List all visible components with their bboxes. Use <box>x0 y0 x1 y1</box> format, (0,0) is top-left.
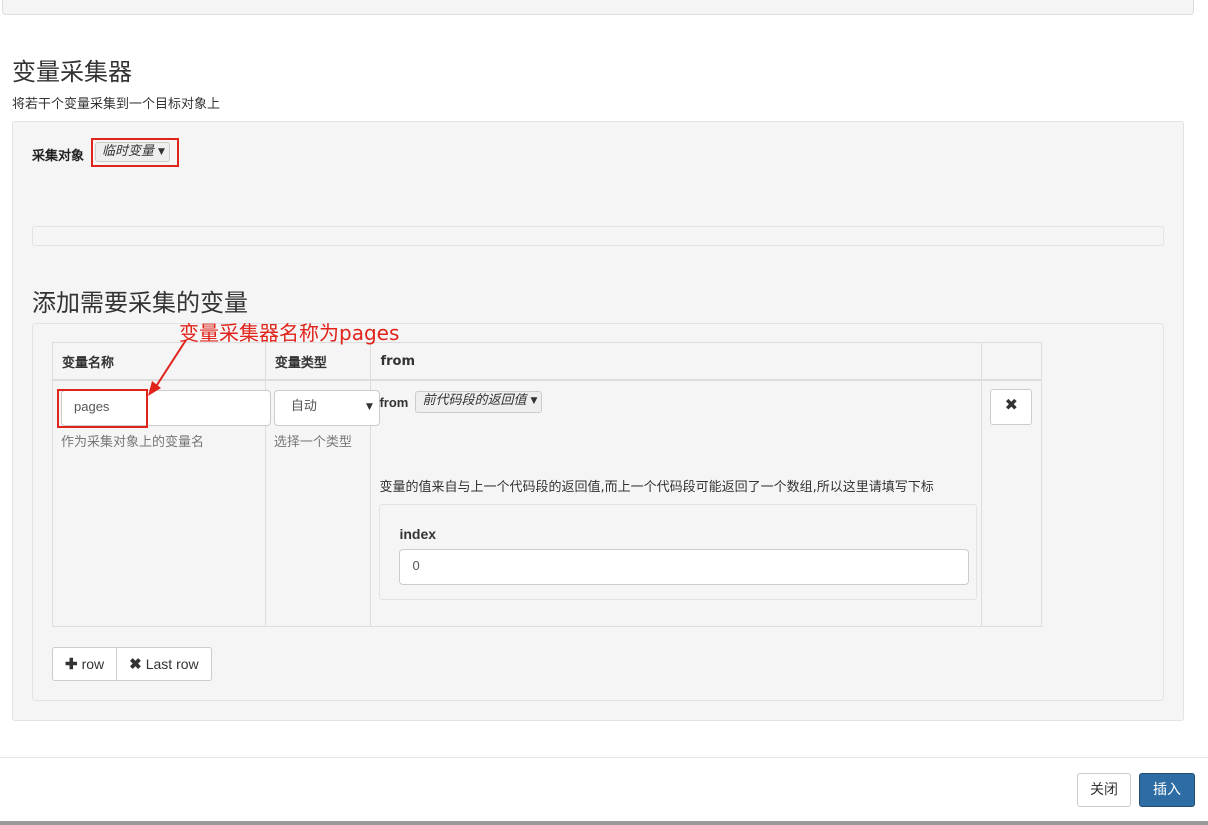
index-input[interactable]: 0 <box>399 549 970 585</box>
cell-from: from 前代码段的返回值 ▼ 变量的值来自与上一个代码段的返回值,而上一个代码段… <box>370 379 983 627</box>
table-row: pages 作为采集对象上的变量名 自动 ▼ 选择一个类型 from 前代码段的… <box>52 379 1042 627</box>
plus-icon: ✚ <box>65 656 78 673</box>
target-label: 采集对象 <box>32 149 85 164</box>
remove-icon: ✖ <box>1004 397 1018 414</box>
index-label: index <box>399 526 437 542</box>
cell-actions: ✖ <box>981 379 1042 627</box>
header-var-type: 变量类型 <box>264 342 372 381</box>
from-select[interactable]: 前代码段的返回值 ▼ <box>415 391 543 413</box>
add-row-label: row <box>81 656 105 672</box>
footer-divider <box>0 757 1208 758</box>
header-actions <box>981 342 1042 381</box>
last-row-label: Last row <box>145 656 199 672</box>
variables-table: 变量名称 变量类型 from pages 作为采集对象上的变量名 自动 ▼ 选择… <box>52 342 1042 627</box>
row-button-group: ✚ row ✖ Last row <box>52 647 212 681</box>
caret-down-icon: ▼ <box>158 147 165 157</box>
top-panel <box>2 0 1194 15</box>
highlight-name-box <box>57 389 148 428</box>
header-from: from <box>370 342 983 381</box>
delete-last-row-button[interactable]: ✖ Last row <box>117 647 212 681</box>
from-description: 变量的值来自与上一个代码段的返回值,而上一个代码段可能返回了一个数组,所以这里请… <box>379 480 934 495</box>
page-description: 将若干个变量采集到一个目标对象上 <box>12 97 221 112</box>
annotation-text: 变量采集器名称为pages <box>179 321 400 345</box>
remove-icon: ✖ <box>129 656 142 673</box>
target-select[interactable]: 临时变量 ▼ <box>95 142 170 162</box>
add-variables-title: 添加需要采集的变量 <box>32 289 248 317</box>
from-label: from <box>379 395 409 410</box>
var-type-select[interactable]: 自动 ▼ <box>273 390 380 426</box>
cell-var-type: 自动 ▼ 选择一个类型 <box>264 379 380 627</box>
target-select-value: 临时变量 <box>102 144 155 159</box>
add-row-button[interactable]: ✚ row <box>52 647 118 681</box>
header-var-name: 变量名称 <box>52 342 266 381</box>
from-select-value: 前代码段的返回值 <box>422 393 527 408</box>
var-name-help: 作为采集对象上的变量名 <box>61 435 205 450</box>
window-bottom-edge <box>0 821 1208 825</box>
close-button[interactable]: 关闭 <box>1077 773 1131 807</box>
target-preview-bar <box>32 226 1164 246</box>
var-type-value: 自动 <box>290 399 317 414</box>
delete-row-button[interactable]: ✖ <box>990 389 1033 425</box>
table-header-row: 变量名称 变量类型 from <box>52 342 1042 381</box>
index-panel: index 0 <box>379 504 978 600</box>
caret-down-icon: ▼ <box>530 396 538 406</box>
var-type-help: 选择一个类型 <box>273 435 352 450</box>
insert-button[interactable]: 插入 <box>1139 773 1195 807</box>
page-title: 变量采集器 <box>12 58 132 86</box>
